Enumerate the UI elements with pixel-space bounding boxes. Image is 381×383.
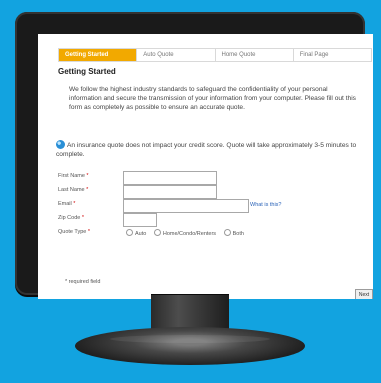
globe-icon: [56, 140, 65, 149]
zip-field[interactable]: [123, 213, 157, 227]
step-auto-quote[interactable]: Auto Quote: [137, 49, 216, 61]
email-row: Email * What is this?: [58, 199, 368, 213]
required-marker: *: [81, 215, 84, 221]
credit-note: An insurance quote does not impact your …: [56, 140, 370, 159]
quote-type-home[interactable]: Home/Condo/Renters: [153, 229, 216, 237]
last-name-label: Last Name *: [58, 187, 89, 193]
first-name-field[interactable]: [123, 171, 217, 185]
required-marker: *: [86, 173, 89, 179]
step-label: Final Page: [299, 52, 329, 58]
step-home-quote[interactable]: Home Quote: [216, 49, 294, 61]
step-label: Home Quote: [221, 52, 256, 58]
required-field-note: * required field: [65, 279, 101, 285]
page-title: Getting Started: [58, 67, 116, 76]
email-help-link[interactable]: What is this?: [250, 202, 281, 208]
step-getting-started[interactable]: Getting Started: [59, 49, 138, 61]
progress-steps: Getting Started Auto Quote Home Quote Fi…: [58, 48, 372, 62]
quote-type-options: Auto Home/Condo/Renters Both: [126, 229, 250, 237]
zip-label: Zip Code *: [58, 215, 84, 221]
zip-row: Zip Code *: [58, 213, 368, 227]
quote-type-label: Quote Type *: [58, 229, 91, 235]
quote-type-auto[interactable]: Auto: [126, 229, 146, 237]
required-marker: *: [87, 229, 91, 235]
intro-text: We follow the highest industry standards…: [69, 86, 356, 111]
radio-icon[interactable]: [126, 229, 133, 236]
monitor-stand-base: [75, 327, 305, 365]
required-marker: *: [73, 201, 76, 207]
email-field[interactable]: [123, 199, 249, 213]
email-label: Email *: [58, 201, 76, 207]
base-highlight: [110, 335, 270, 343]
quote-type-row: Quote Type * Auto Home/Condo/Renters Bot…: [58, 227, 368, 239]
first-name-label: First Name *: [58, 173, 89, 179]
last-name-row: Last Name *: [58, 185, 368, 199]
screen: Getting Started Auto Quote Home Quote Fi…: [38, 34, 373, 299]
first-name-row: First Name *: [58, 171, 368, 185]
quote-type-both[interactable]: Both: [223, 229, 244, 237]
radio-icon[interactable]: [223, 229, 231, 236]
monitor-frame: Getting Started Auto Quote Home Quote Fi…: [15, 12, 373, 299]
credit-note-text: An insurance quote does not impact your …: [56, 142, 357, 158]
radio-icon[interactable]: [153, 229, 161, 236]
step-label: Auto Quote: [143, 52, 174, 58]
next-button[interactable]: Next: [355, 289, 373, 299]
step-final-page[interactable]: Final Page: [294, 49, 371, 61]
step-label: Getting Started: [65, 52, 109, 58]
last-name-field[interactable]: [123, 185, 217, 199]
monitor-stand-neck: [151, 294, 229, 331]
required-marker: *: [86, 187, 89, 193]
